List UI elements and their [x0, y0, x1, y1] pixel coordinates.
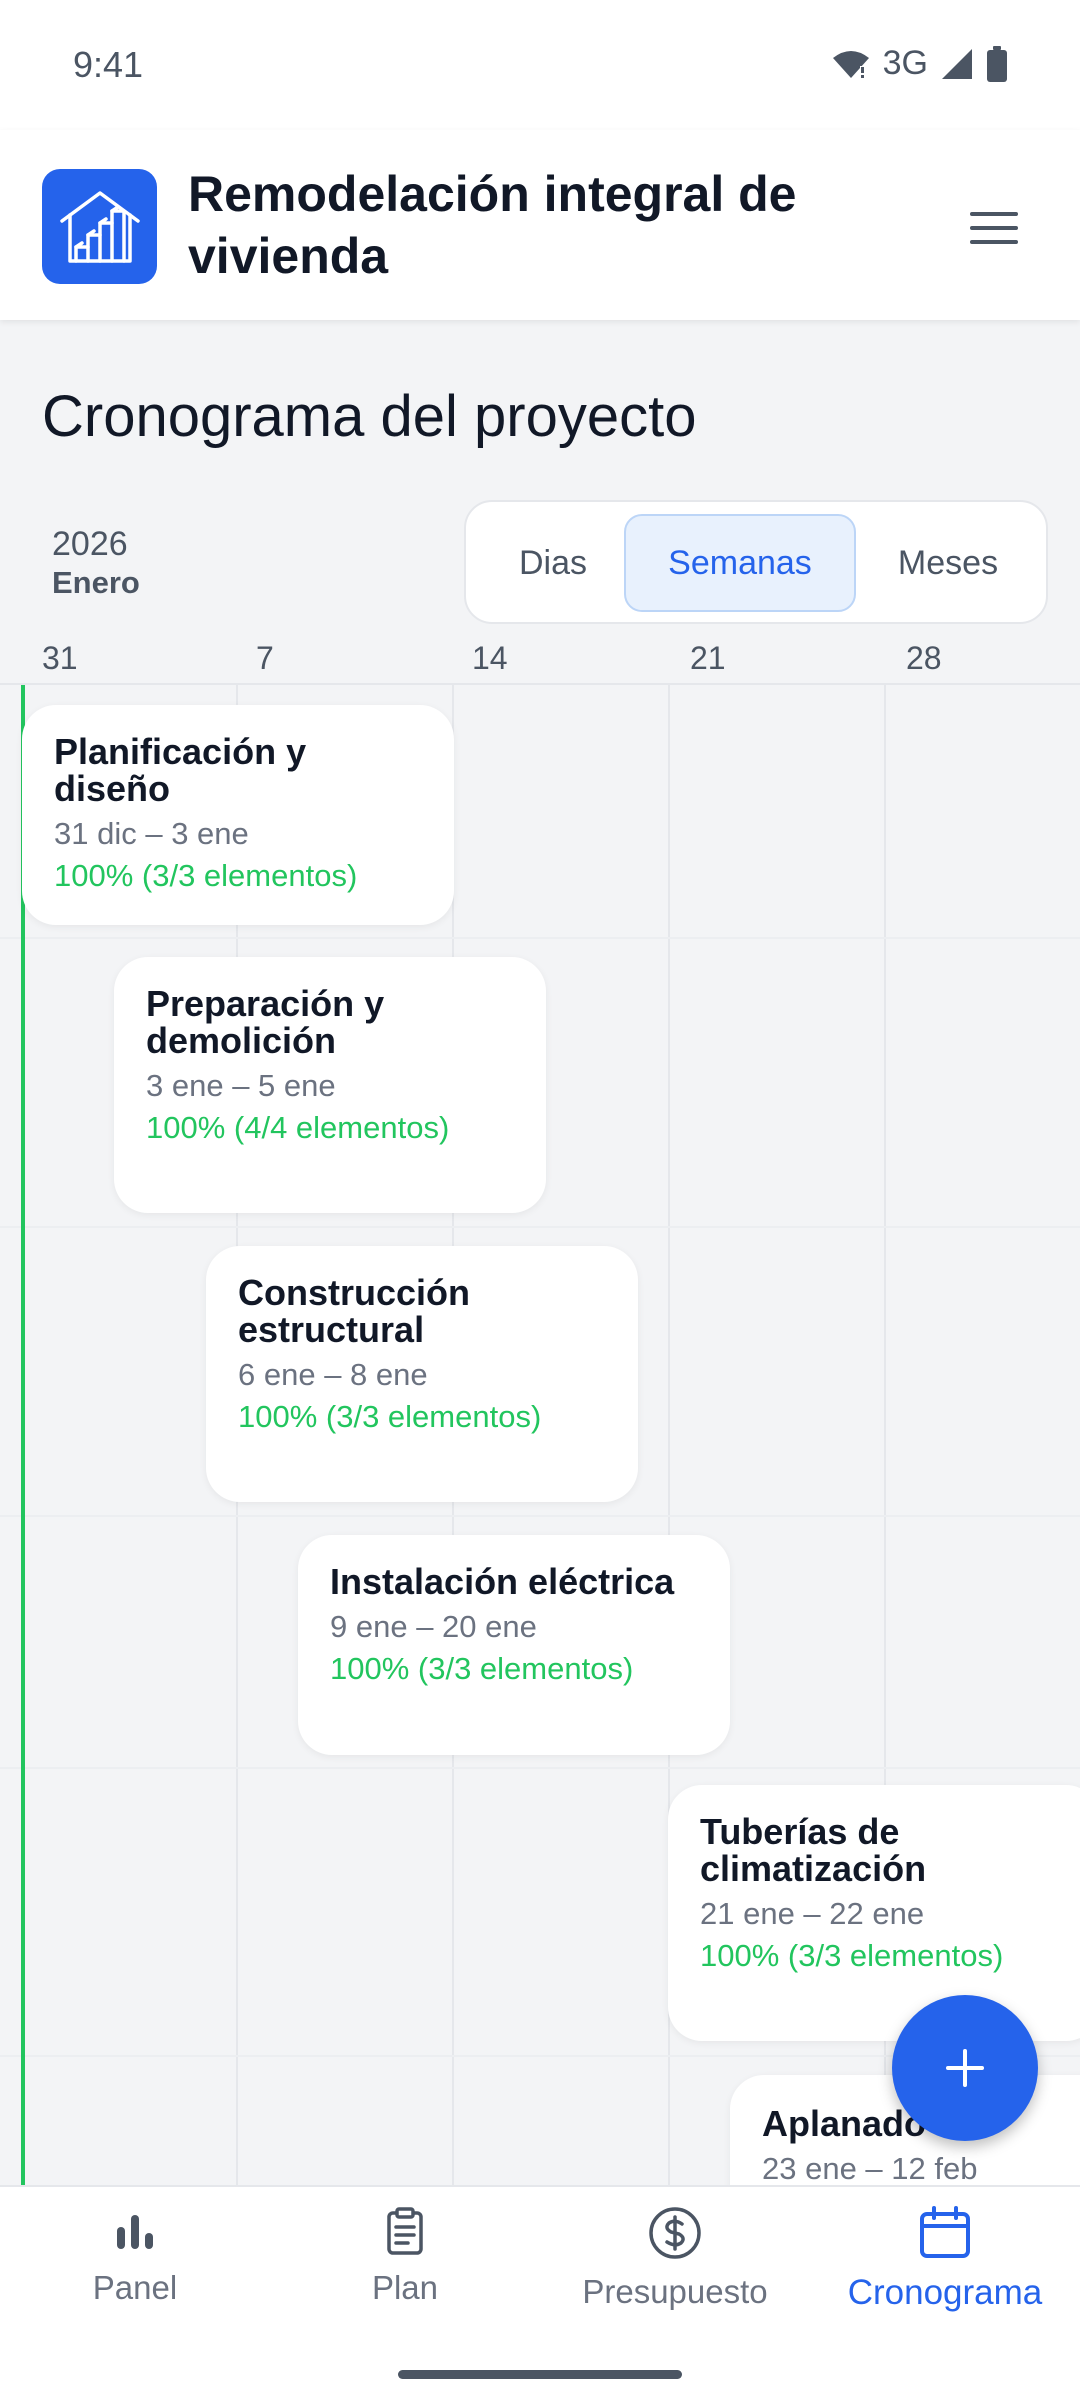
today-marker: [21, 685, 25, 2185]
phase-dates: 31 dic – 3 ene: [54, 816, 249, 851]
view-option-weeks[interactable]: Semanas: [624, 514, 856, 612]
status-icons: 3G: [831, 44, 1008, 83]
phase-progress: 100% (4/4 elementos): [146, 1110, 450, 1145]
phase-dates: 21 ene – 22 ene: [700, 1896, 925, 1931]
timeline-grid[interactable]: Planificación y diseño 31 dic – 3 ene 10…: [0, 685, 1080, 2185]
network-type: 3G: [882, 44, 928, 82]
battery-icon: [987, 45, 1007, 82]
date-tick: 31: [42, 640, 78, 676]
phase-card[interactable]: Planificación y diseño 31 dic – 3 ene 10…: [22, 705, 454, 925]
date-tick: 14: [472, 640, 508, 676]
nav-item-panel[interactable]: Panel: [0, 2205, 270, 2345]
app-title: Remodelación integral de vivienda: [188, 166, 797, 284]
nav-label: Cronograma: [847, 2273, 1043, 2312]
phase-title: Preparación y demolición: [146, 983, 385, 1061]
calendar-icon: [920, 2206, 970, 2258]
house-stairs-icon: [59, 190, 140, 263]
nav-label: Panel: [92, 2269, 178, 2306]
phase-progress: 100% (3/3 elementos): [330, 1651, 634, 1686]
timeline-year: 2026: [52, 525, 128, 563]
screen: 9:41 3G Remodelación integral de viviend…: [0, 0, 1080, 2400]
view-option-days[interactable]: Dias: [478, 514, 628, 612]
view-switcher: Dias Semanas Meses: [464, 500, 1048, 624]
phase-progress: 100% (3/3 elementos): [238, 1399, 542, 1434]
phase-title: Instalación eléctrica: [330, 1561, 675, 1602]
wifi-icon: [832, 50, 869, 78]
nav-item-presupuesto[interactable]: Presupuesto: [540, 2205, 810, 2345]
signal-icon: [942, 48, 972, 79]
phase-progress: 100% (3/3 elementos): [54, 858, 358, 893]
nav-item-cronograma[interactable]: Cronograma: [810, 2205, 1080, 2345]
phase-card[interactable]: Construcción estructural 6 ene – 8 ene 1…: [206, 1246, 638, 1502]
bottom-navigation: Panel Plan Presupuesto Cronograma: [0, 2185, 1080, 2400]
nav-label: Plan: [371, 2269, 439, 2306]
home-indicator[interactable]: [398, 2370, 682, 2379]
date-tick: 21: [690, 640, 726, 676]
phase-card[interactable]: Preparación y demolición 3 ene – 5 ene 1…: [114, 957, 546, 1213]
nav-item-plan[interactable]: Plan: [270, 2205, 540, 2345]
view-option-months[interactable]: Meses: [858, 514, 1038, 612]
dollar-icon: [649, 2207, 701, 2259]
phase-title: Planificación y diseño: [54, 731, 307, 809]
app-header: Remodelación integral de vivienda: [0, 130, 1080, 320]
phase-card[interactable]: Instalación eléctrica 9 ene – 20 ene 100…: [298, 1535, 730, 1755]
phase-title: Construcción estructural: [238, 1272, 471, 1350]
hamburger-menu-icon[interactable]: [970, 212, 1022, 252]
status-bar: 9:41 3G: [0, 0, 1080, 130]
phase-dates: 6 ene – 8 ene: [238, 1357, 428, 1392]
page-title: Cronograma del proyecto: [42, 384, 697, 449]
phase-dates: 9 ene – 20 ene: [330, 1609, 537, 1644]
app-logo: [42, 169, 157, 284]
phase-card[interactable]: Tuberías de climatización 21 ene – 22 en…: [668, 1785, 1080, 2041]
row-divider: [0, 1226, 1080, 1228]
row-divider: [0, 937, 1080, 939]
status-time: 9:41: [73, 44, 144, 85]
add-phase-button[interactable]: [892, 1995, 1038, 2141]
date-ruler: 31 7 14 21 28: [0, 630, 1080, 685]
clipboard-icon: [387, 2207, 423, 2255]
bar-chart-icon: [117, 2215, 153, 2249]
row-divider: [0, 1767, 1080, 1769]
timeline-month: Enero: [52, 565, 140, 600]
date-tick: 7: [256, 640, 274, 676]
phase-progress: 100% (3/3 elementos): [700, 1938, 1004, 1973]
nav-label: Presupuesto: [582, 2273, 768, 2310]
date-tick: 28: [906, 640, 942, 676]
row-divider: [0, 1515, 1080, 1517]
phase-dates: 23 ene – 12 feb: [762, 2151, 978, 2185]
phase-title: Tuberías de climatización: [700, 1811, 927, 1889]
phase-dates: 3 ene – 5 ene: [146, 1068, 336, 1103]
plus-icon: [946, 2049, 984, 2087]
